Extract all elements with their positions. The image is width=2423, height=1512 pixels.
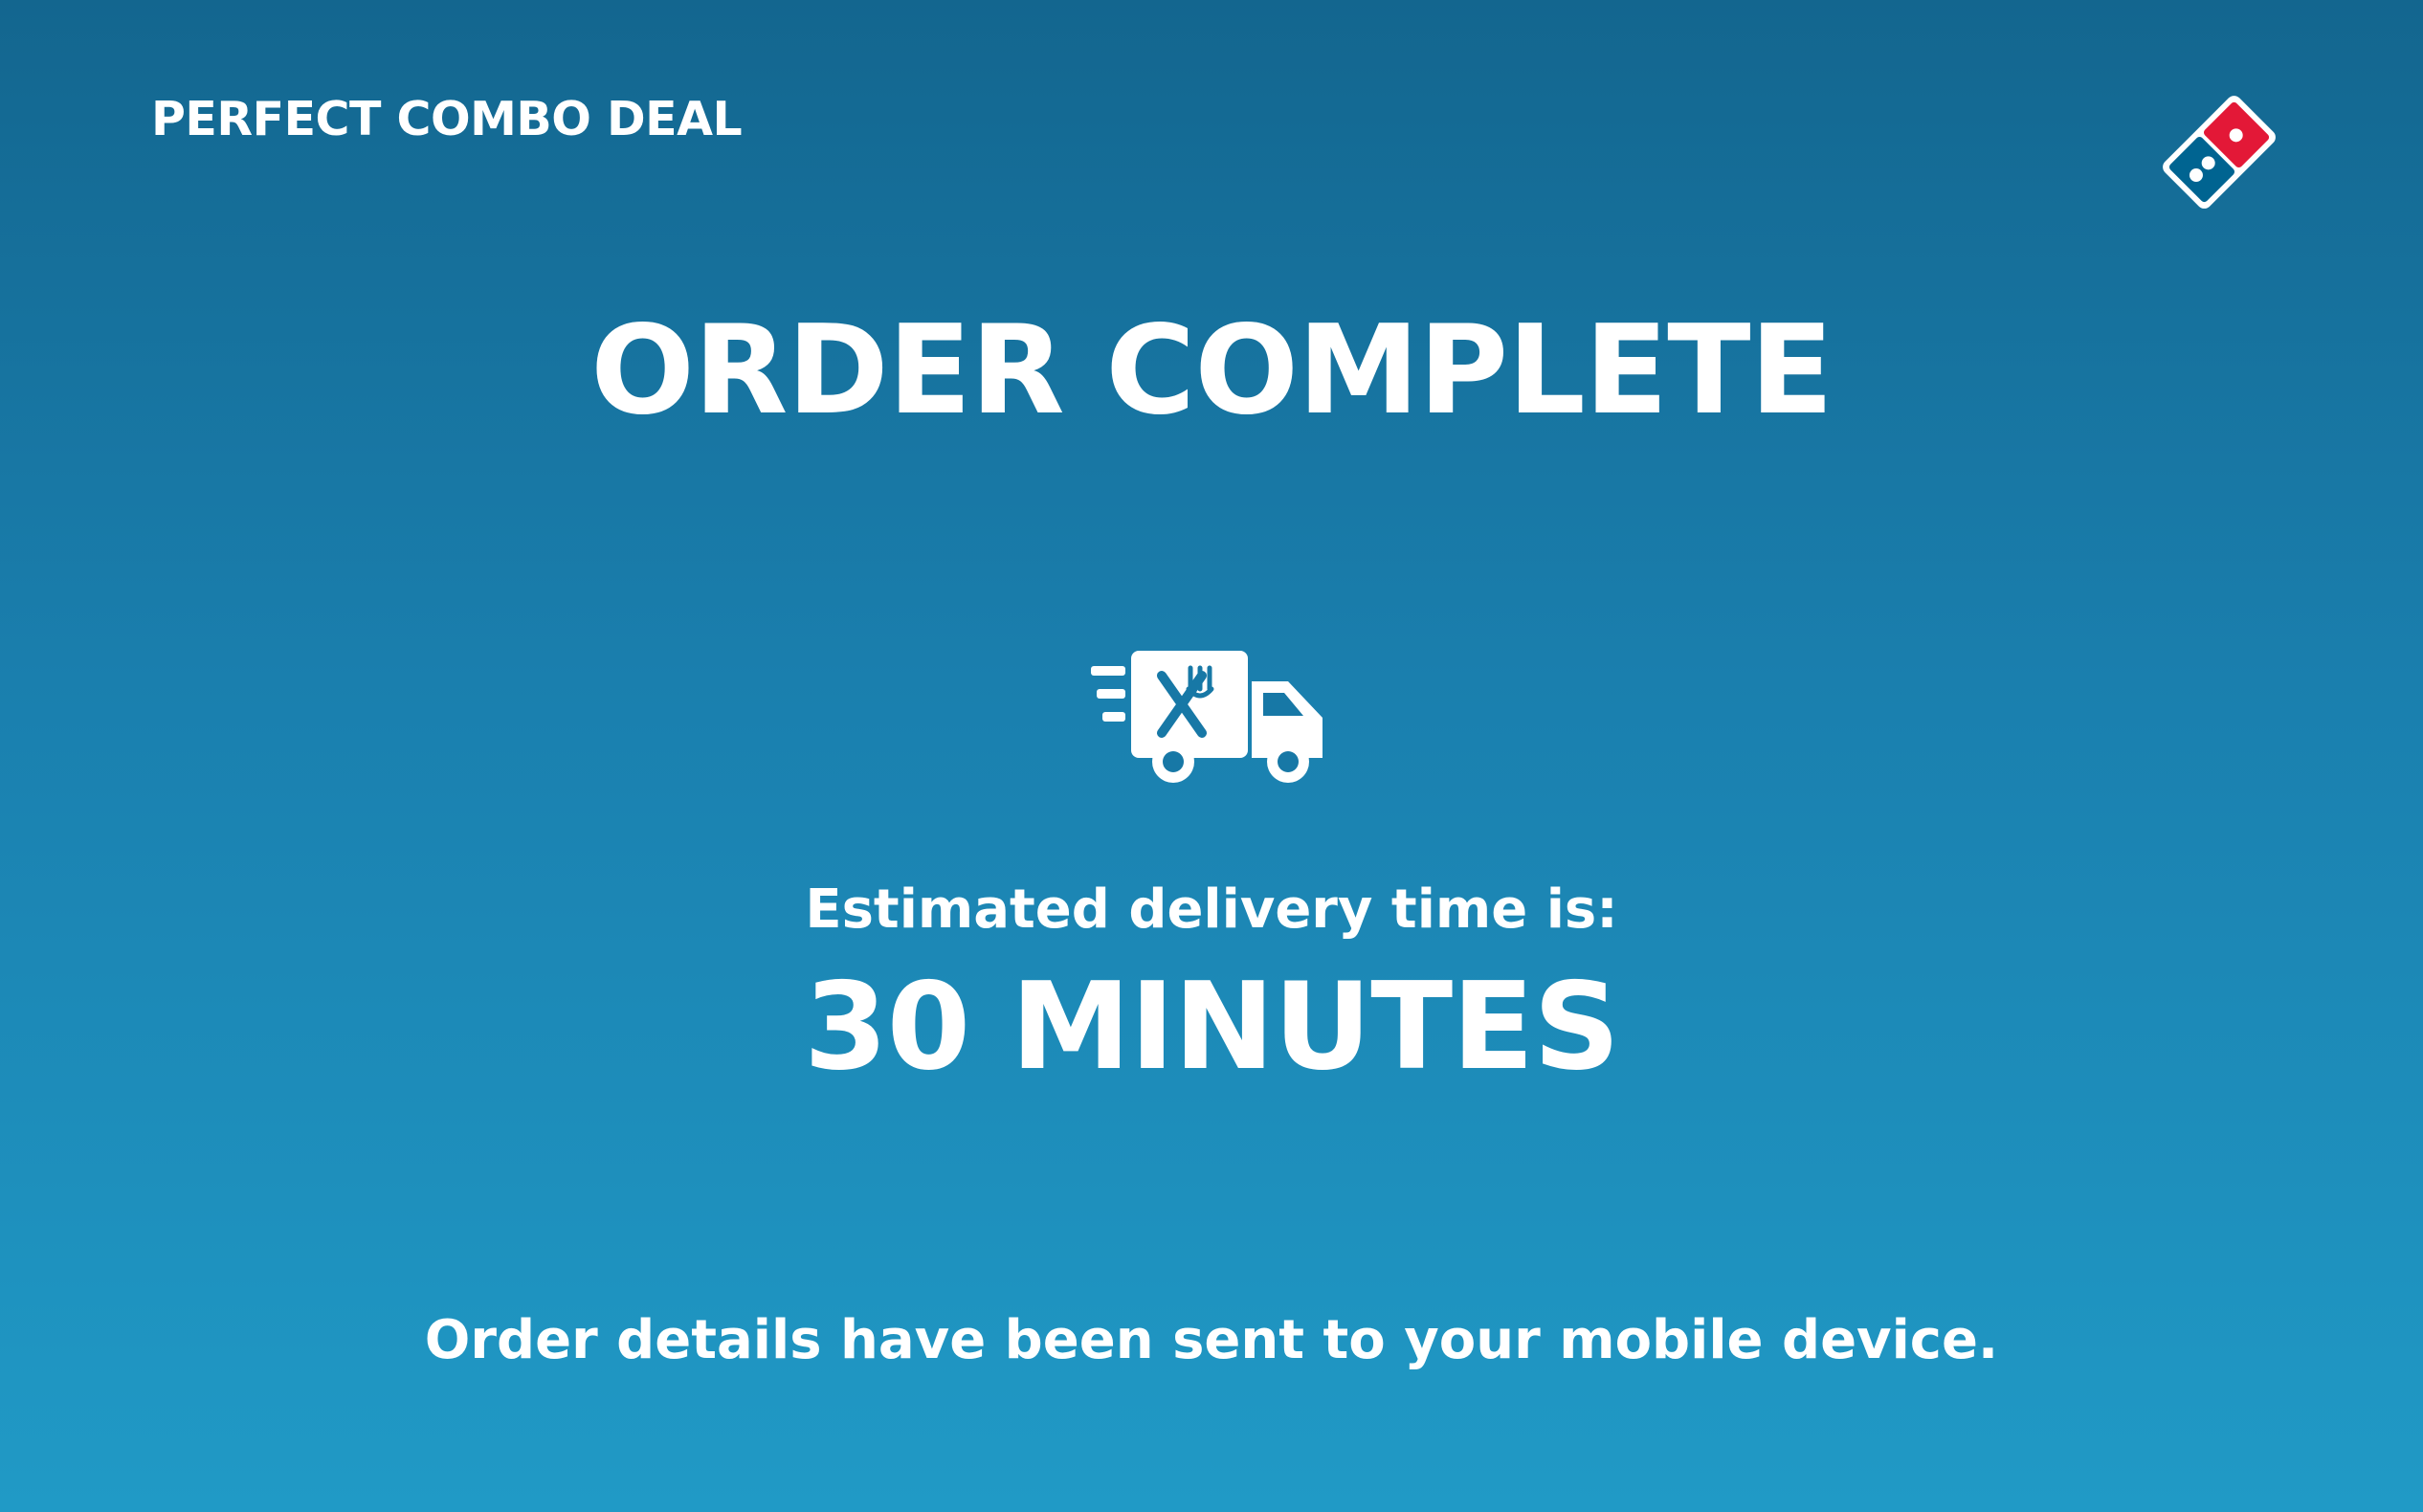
order-complete-title: ORDER COMPLETE: [590, 300, 1834, 442]
delivery-truck-icon: [1091, 651, 1323, 783]
domino-tile-logo-icon: [2163, 96, 2276, 209]
deal-title: PERFECT COMBO DEAL: [151, 92, 743, 146]
order-details-note: Order details have been sent to your mob…: [424, 1309, 1999, 1371]
order-complete-screen: PERFECT COMBO DEAL ORDER COMPLETE Estima…: [0, 0, 2423, 1512]
delivery-time-label: Estimated delivery time is:: [805, 878, 1618, 941]
delivery-time-value: 30 MINUTES: [803, 956, 1620, 1097]
